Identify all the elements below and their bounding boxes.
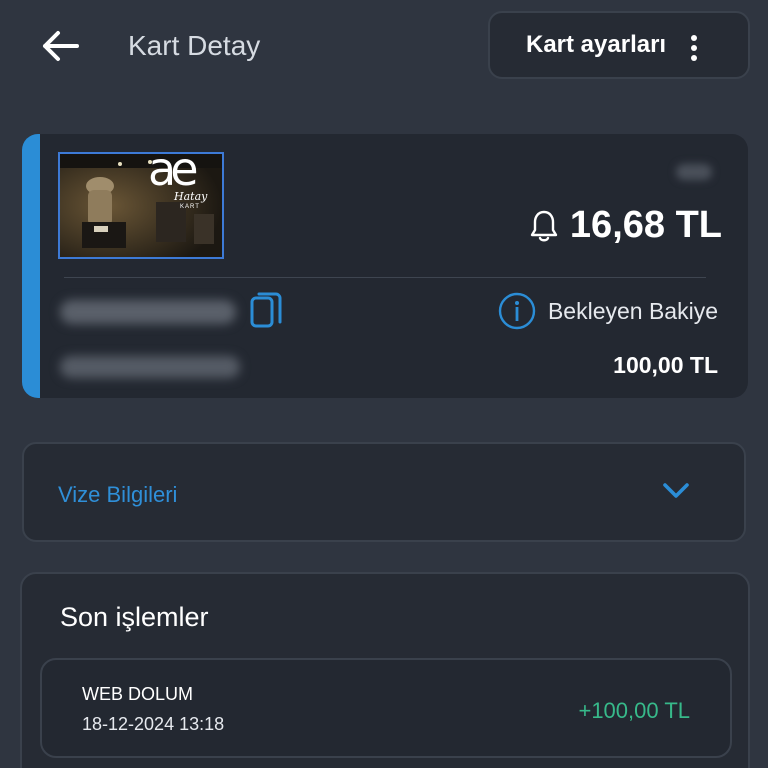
bell-icon[interactable]	[530, 209, 558, 243]
balance-row: 16,68 TL	[530, 204, 722, 247]
card-divider	[64, 277, 706, 278]
card-logo-text: ae	[148, 142, 198, 196]
transaction-type: WEB DOLUM	[82, 684, 194, 704]
back-button[interactable]	[36, 24, 84, 68]
masked-card-info	[676, 164, 712, 180]
card-accent-bar	[22, 134, 40, 398]
pending-balance-amount: 100,00 TL	[613, 352, 718, 378]
info-icon[interactable]	[498, 292, 536, 330]
app-header: Kart Detay Kart ayarları	[0, 0, 768, 96]
card-logo-caption: KART	[180, 204, 200, 210]
copy-card-number-button[interactable]	[248, 290, 284, 334]
copy-icon	[250, 292, 282, 328]
transaction-amount: +100,00 TL	[578, 698, 690, 723]
masked-card-holder	[60, 356, 240, 378]
balance-amount: 16,68 TL	[569, 204, 722, 246]
pending-balance-row: Bekleyen Bakiye	[498, 292, 718, 330]
card-brand-logo: ae Hatay KART	[146, 142, 226, 228]
arrow-left-icon	[43, 31, 79, 61]
more-vertical-icon	[690, 35, 698, 61]
recent-transactions: Son işlemler WEB DOLUM 18-12-2024 13:18 …	[20, 572, 750, 768]
transaction-date: 18-12-2024 13:18	[82, 714, 225, 734]
transaction-item[interactable]: WEB DOLUM 18-12-2024 13:18 +100,00 TL	[40, 658, 732, 758]
card-summary: ae Hatay KART 16,68 TL Bekleyen Bakiye 1…	[22, 134, 748, 398]
page-title: Kart Detay	[128, 30, 261, 61]
chevron-down-icon	[663, 483, 689, 498]
visa-info-label: Vize Bilgileri	[58, 482, 178, 507]
visa-info-accordion[interactable]: Vize Bilgileri	[22, 442, 746, 542]
recent-transactions-title: Son işlemler	[60, 602, 209, 632]
pending-balance-label: Bekleyen Bakiye	[547, 297, 718, 324]
masked-card-number	[60, 300, 236, 324]
card-settings-label: Kart ayarları	[526, 31, 667, 58]
card-settings-button[interactable]: Kart ayarları	[488, 11, 750, 79]
card-logo-subtitle: Hatay	[174, 190, 208, 203]
